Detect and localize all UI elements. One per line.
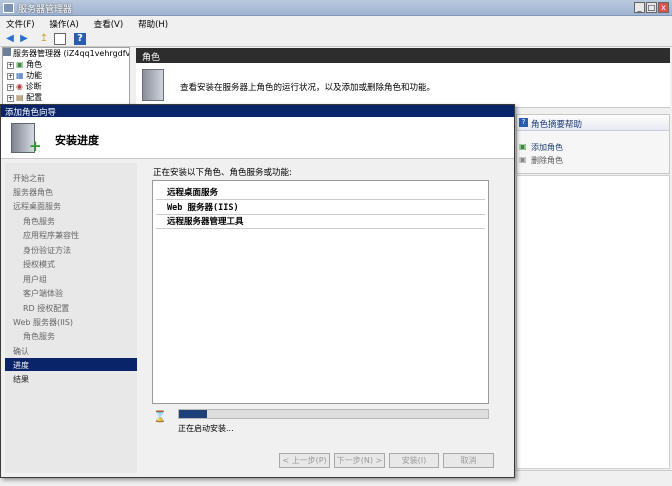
tree-item-diagnostics[interactable]: + ◉ 诊断 bbox=[3, 81, 129, 92]
console-tree: 服务器管理器 (iZ4qq1vehrgdfv + ▣ 角色 + ▦ 功能 + ◉ 诊断… bbox=[2, 47, 130, 107]
help-icon[interactable]: ? bbox=[74, 33, 86, 45]
nav-results[interactable]: 结果 bbox=[5, 372, 137, 385]
list-divider bbox=[156, 199, 485, 200]
nav-role-services[interactable]: 角色服务 bbox=[5, 214, 137, 227]
add-role-link[interactable]: ▣ 添加角色 bbox=[519, 142, 563, 153]
wizard-title: 添加角色向导 bbox=[1, 105, 514, 118]
cancel-button[interactable]: 取消 bbox=[443, 453, 494, 468]
tree-item-features[interactable]: + ▦ 功能 bbox=[3, 70, 129, 81]
app-icon bbox=[3, 3, 14, 13]
remove-role-link[interactable]: ▣ 删除角色 bbox=[519, 155, 563, 166]
list-divider bbox=[156, 228, 485, 229]
nav-server-roles[interactable]: 服务器角色 bbox=[5, 185, 137, 198]
actions-panel-empty bbox=[516, 175, 670, 469]
help-icon: ? bbox=[519, 118, 528, 127]
window-title: 服务器管理器 bbox=[18, 5, 73, 15]
features-icon: ▦ bbox=[16, 71, 24, 80]
nav-app-compatibility[interactable]: 应用程序兼容性 bbox=[5, 228, 137, 241]
configuration-icon: ▤ bbox=[16, 93, 24, 102]
diagnostics-icon: ◉ bbox=[16, 82, 23, 91]
wizard-nav: 开始之前 服务器角色 远程桌面服务 角色服务 应用程序兼容性 身份验证方法 授权… bbox=[5, 163, 137, 473]
maximize-button[interactable]: □ bbox=[646, 2, 657, 13]
tree-item-label: 功能 bbox=[26, 71, 43, 80]
nav-licensing-mode[interactable]: 授权模式 bbox=[5, 257, 137, 270]
hourglass-icon: ⌛ bbox=[153, 410, 167, 423]
tree-item-roles[interactable]: + ▣ 角色 bbox=[3, 59, 129, 70]
add-plus-icon: + bbox=[29, 137, 42, 155]
console-tree-icon[interactable] bbox=[54, 33, 66, 45]
previous-button[interactable]: < 上一步(P) bbox=[279, 453, 330, 468]
expand-icon[interactable]: + bbox=[7, 62, 14, 69]
add-role-label: 添加角色 bbox=[531, 143, 563, 152]
list-item: 远程服务器管理工具 bbox=[167, 217, 244, 227]
title-bar: 服务器管理器 _ □ x bbox=[0, 0, 672, 16]
tree-root-label: 服务器管理器 (iZ4qq1vehrgdfv bbox=[13, 49, 130, 58]
nav-auth-method[interactable]: 身份验证方法 bbox=[5, 243, 137, 256]
menu-view[interactable]: 查看(V) bbox=[88, 16, 129, 30]
roles-description: 查看安装在服务器上角色的运行状况，以及添加或删除角色和功能。 bbox=[180, 83, 436, 93]
tree-item-label: 诊断 bbox=[25, 82, 42, 91]
menu-bar: 文件(F) 操作(A) 查看(V) 帮助(H) bbox=[0, 16, 672, 31]
nav-confirmation[interactable]: 确认 bbox=[5, 344, 137, 357]
next-button[interactable]: 下一步(N) > bbox=[334, 453, 385, 468]
install-progress-fill bbox=[179, 410, 207, 418]
up-folder-icon[interactable]: ↥ bbox=[38, 33, 50, 45]
installing-list[interactable]: 远程桌面服务 Web 服务器(IIS) 远程服务器管理工具 bbox=[152, 180, 489, 404]
list-item: Web 服务器(IIS) bbox=[167, 203, 239, 213]
menu-action[interactable]: 操作(A) bbox=[43, 16, 84, 30]
menu-file[interactable]: 文件(F) bbox=[0, 16, 41, 30]
remove-role-icon: ▣ bbox=[519, 155, 527, 164]
nav-before-you-begin[interactable]: 开始之前 bbox=[5, 171, 137, 184]
toolbar: ◀ ▶ ↥ ? bbox=[0, 31, 672, 47]
roles-help-label: 角色摘要帮助 bbox=[531, 120, 583, 130]
back-arrow-icon[interactable]: ◀ bbox=[4, 33, 16, 45]
install-button[interactable]: 安装(I) bbox=[389, 453, 439, 468]
minimize-button[interactable]: _ bbox=[634, 2, 645, 13]
forward-arrow-icon[interactable]: ▶ bbox=[18, 33, 30, 45]
tree-item-label: 配置 bbox=[26, 93, 43, 102]
menu-help[interactable]: 帮助(H) bbox=[132, 16, 174, 30]
wizard-header: + 安装进度 bbox=[1, 117, 514, 159]
roles-help-link[interactable]: ? 角色摘要帮助 bbox=[517, 115, 669, 131]
tree-item-label: 角色 bbox=[26, 60, 43, 69]
add-role-icon: ▣ bbox=[519, 142, 527, 151]
wizard-heading: 安装进度 bbox=[55, 134, 99, 147]
actions-panel: ? 角色摘要帮助 ▣ 添加角色 ▣ 删除角色 bbox=[516, 114, 670, 174]
nav-progress[interactable]: 进度 bbox=[5, 358, 137, 371]
expand-icon[interactable]: + bbox=[7, 95, 14, 102]
nav-web-role-services[interactable]: 角色服务 bbox=[5, 329, 137, 342]
close-button[interactable]: x bbox=[658, 2, 669, 13]
nav-rd-licensing-config[interactable]: RD 授权配置 bbox=[5, 301, 137, 314]
progress-status: 正在启动安装... bbox=[178, 424, 234, 433]
install-progress-bar bbox=[178, 409, 489, 419]
list-item: 远程桌面服务 bbox=[167, 188, 219, 198]
installing-label: 正在安装以下角色、角色服务或功能: bbox=[153, 168, 292, 178]
tree-root[interactable]: 服务器管理器 (iZ4qq1vehrgdfv bbox=[3, 48, 129, 59]
add-roles-wizard: 添加角色向导 + 安装进度 开始之前 服务器角色 远程桌面服务 角色服务 应用程… bbox=[0, 104, 515, 478]
nav-user-groups[interactable]: 用户组 bbox=[5, 272, 137, 285]
server-icon bbox=[3, 48, 11, 56]
roles-header: 角色 bbox=[136, 48, 670, 63]
roles-summary-band: 查看安装在服务器上角色的运行状况，以及添加或删除角色和功能。 bbox=[136, 63, 670, 108]
expand-icon[interactable]: + bbox=[7, 84, 14, 91]
remove-role-label: 删除角色 bbox=[531, 156, 563, 165]
tree-item-configuration[interactable]: + ▤ 配置 bbox=[3, 92, 129, 103]
nav-client-experience[interactable]: 客户端体验 bbox=[5, 286, 137, 299]
nav-remote-desktop-services[interactable]: 远程桌面服务 bbox=[5, 199, 137, 212]
roles-icon: ▣ bbox=[16, 60, 24, 69]
expand-icon[interactable]: + bbox=[7, 73, 14, 80]
nav-web-server[interactable]: Web 服务器(IIS) bbox=[5, 315, 137, 328]
roles-server-icon bbox=[142, 69, 164, 101]
